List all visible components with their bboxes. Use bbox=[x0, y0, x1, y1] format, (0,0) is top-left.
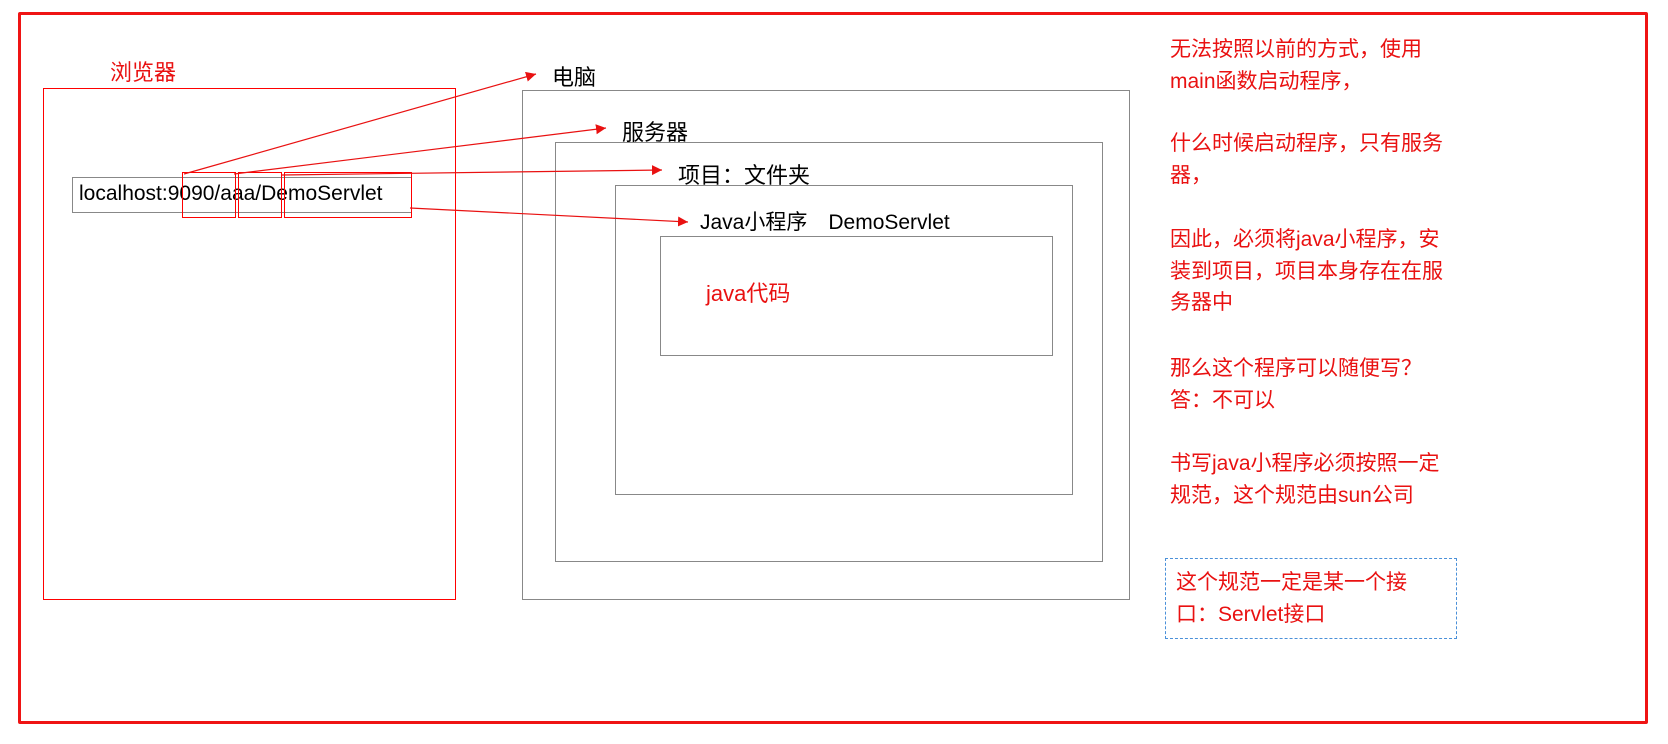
note-6: 这个规范一定是某一个接口：Servlet接口 bbox=[1176, 571, 1407, 626]
browser-box bbox=[43, 88, 456, 600]
url-seg-port-box bbox=[182, 172, 236, 218]
note-1: 无法按照以前的方式，使用main函数启动程序， bbox=[1170, 34, 1445, 97]
note-4: 那么这个程序可以随便写？答：不可以 bbox=[1170, 353, 1445, 416]
computer-label: 电脑 bbox=[552, 60, 596, 92]
diagram-container: 浏览器 localhost:9090/aaa/DemoServlet 电脑 服务… bbox=[0, 0, 1668, 744]
browser-title: 浏览器 bbox=[110, 55, 176, 87]
mini-label: Java小程序 DemoServlet bbox=[700, 206, 950, 236]
code-label: java代码 bbox=[706, 276, 790, 308]
url-seg-path2-box bbox=[284, 172, 412, 218]
note-6-box: 这个规范一定是某一个接口：Servlet接口 bbox=[1165, 558, 1457, 639]
url-seg-path1-box bbox=[238, 172, 282, 218]
note-3: 因此，必须将java小程序，安装到项目，项目本身存在在服务器中 bbox=[1170, 224, 1445, 319]
note-2: 什么时候启动程序，只有服务器， bbox=[1170, 128, 1445, 191]
note-5: 书写java小程序必须按照一定规范，这个规范由sun公司 bbox=[1170, 448, 1445, 511]
